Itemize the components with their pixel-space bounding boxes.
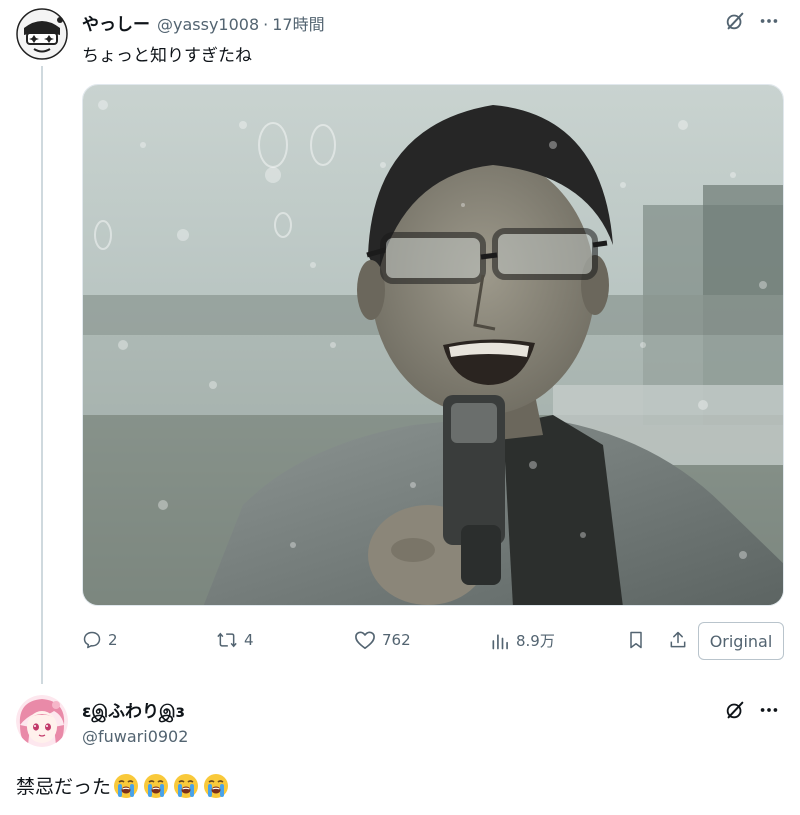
retweet-button[interactable]: 4	[216, 630, 254, 650]
avatar[interactable]	[16, 8, 68, 60]
loudly-crying-face-icon	[144, 773, 169, 798]
loudly-crying-face-icon	[174, 773, 199, 798]
loudly-crying-face-icon	[204, 773, 229, 798]
user-handle[interactable]: @fuwari0902	[82, 727, 188, 746]
user-handle[interactable]: @yassy1008	[157, 15, 259, 34]
tweet-text-body: 禁忌だった	[16, 776, 112, 798]
display-name[interactable]: やっしー	[82, 10, 150, 35]
reply-count: 2	[108, 631, 118, 649]
display-name[interactable]: ɛஇふわりஇɜ	[82, 697, 185, 724]
retweet-count: 4	[244, 631, 254, 649]
reply-button[interactable]: 2	[82, 630, 118, 650]
heart-icon	[355, 631, 375, 649]
bookmark-button[interactable]	[626, 630, 646, 650]
tweet-text: ちょっと知りすぎたね	[82, 46, 252, 66]
avatar[interactable]	[16, 695, 68, 747]
emoji-row	[113, 773, 229, 799]
more-options-icon[interactable]	[756, 697, 782, 723]
retweet-icon	[217, 632, 237, 648]
reply-icon	[83, 631, 101, 649]
more-options-icon[interactable]	[756, 8, 782, 34]
original-button[interactable]: Original	[698, 622, 784, 660]
share-icon	[670, 631, 686, 648]
view-count: 8.9万	[516, 632, 555, 650]
timestamp[interactable]: 17時間	[272, 11, 324, 35]
bookmark-icon	[630, 631, 642, 649]
tweet-text: 禁忌だった	[16, 772, 229, 799]
loudly-crying-face-icon	[114, 773, 139, 798]
grok-icon[interactable]	[722, 697, 748, 723]
thread-connector-line	[41, 66, 43, 684]
tweet-photo[interactable]	[82, 84, 784, 606]
grok-icon[interactable]	[722, 8, 748, 34]
like-count: 762	[382, 631, 411, 649]
views-chart-icon	[492, 633, 508, 649]
views-button[interactable]: 8.9万	[490, 630, 555, 651]
share-button[interactable]	[668, 630, 688, 650]
like-button[interactable]: 762	[354, 630, 411, 650]
separator-dot: ·	[263, 15, 269, 34]
tweet-action-bar: 2 4 762 8.9万 Original	[82, 622, 786, 664]
tweet-header: やっしー @yassy1008 · 17時間	[82, 10, 325, 35]
